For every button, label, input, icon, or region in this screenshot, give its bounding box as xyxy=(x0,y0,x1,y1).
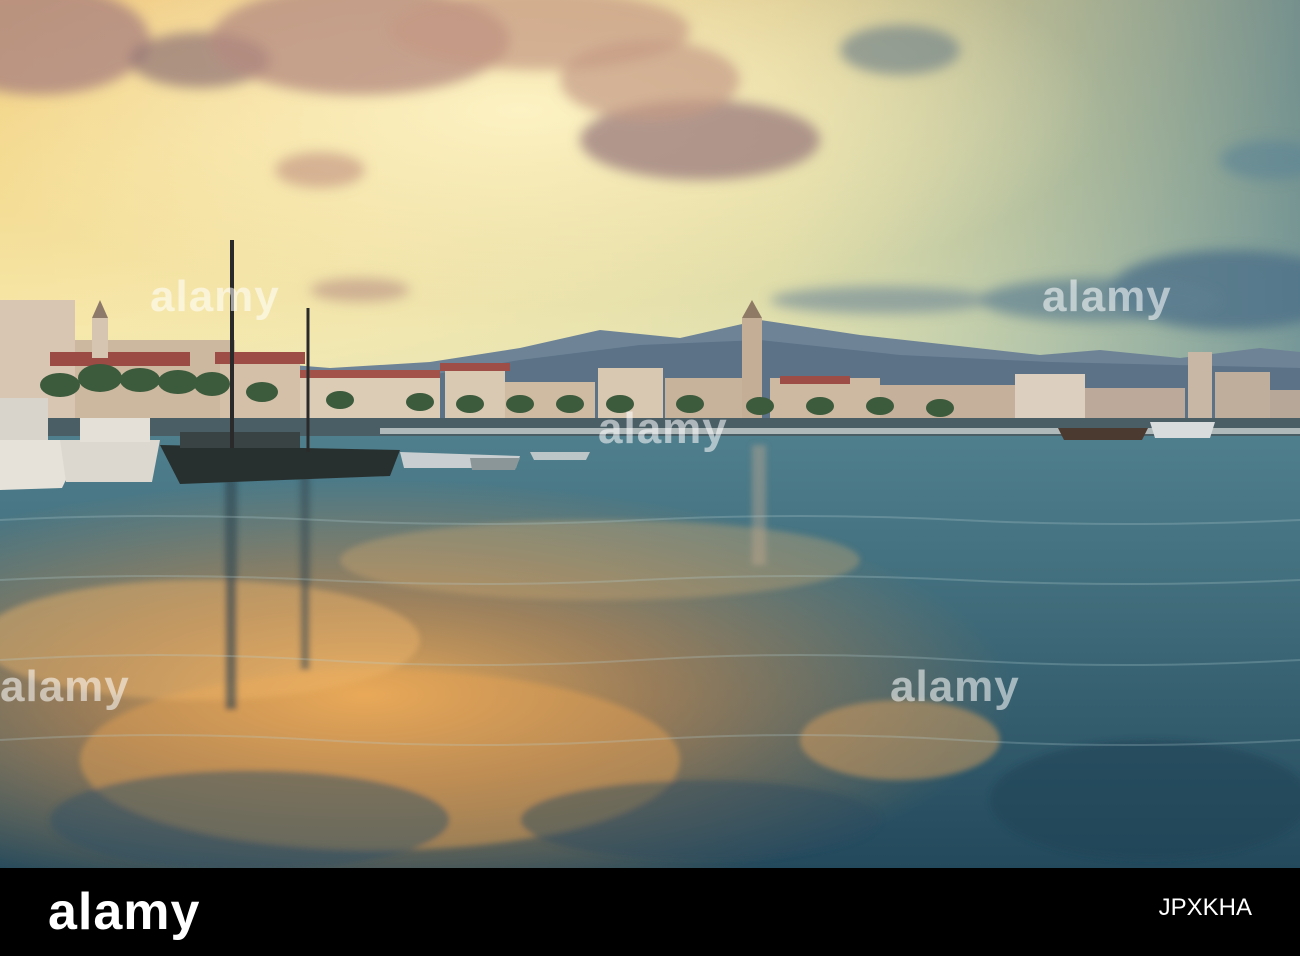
image-id-label: JPXKHA xyxy=(1158,894,1252,921)
harbor-sunset-photo xyxy=(0,0,1300,868)
stock-footer-bar: alamy JPXKHA xyxy=(0,868,1300,956)
alamy-logo: alamy xyxy=(48,883,201,941)
